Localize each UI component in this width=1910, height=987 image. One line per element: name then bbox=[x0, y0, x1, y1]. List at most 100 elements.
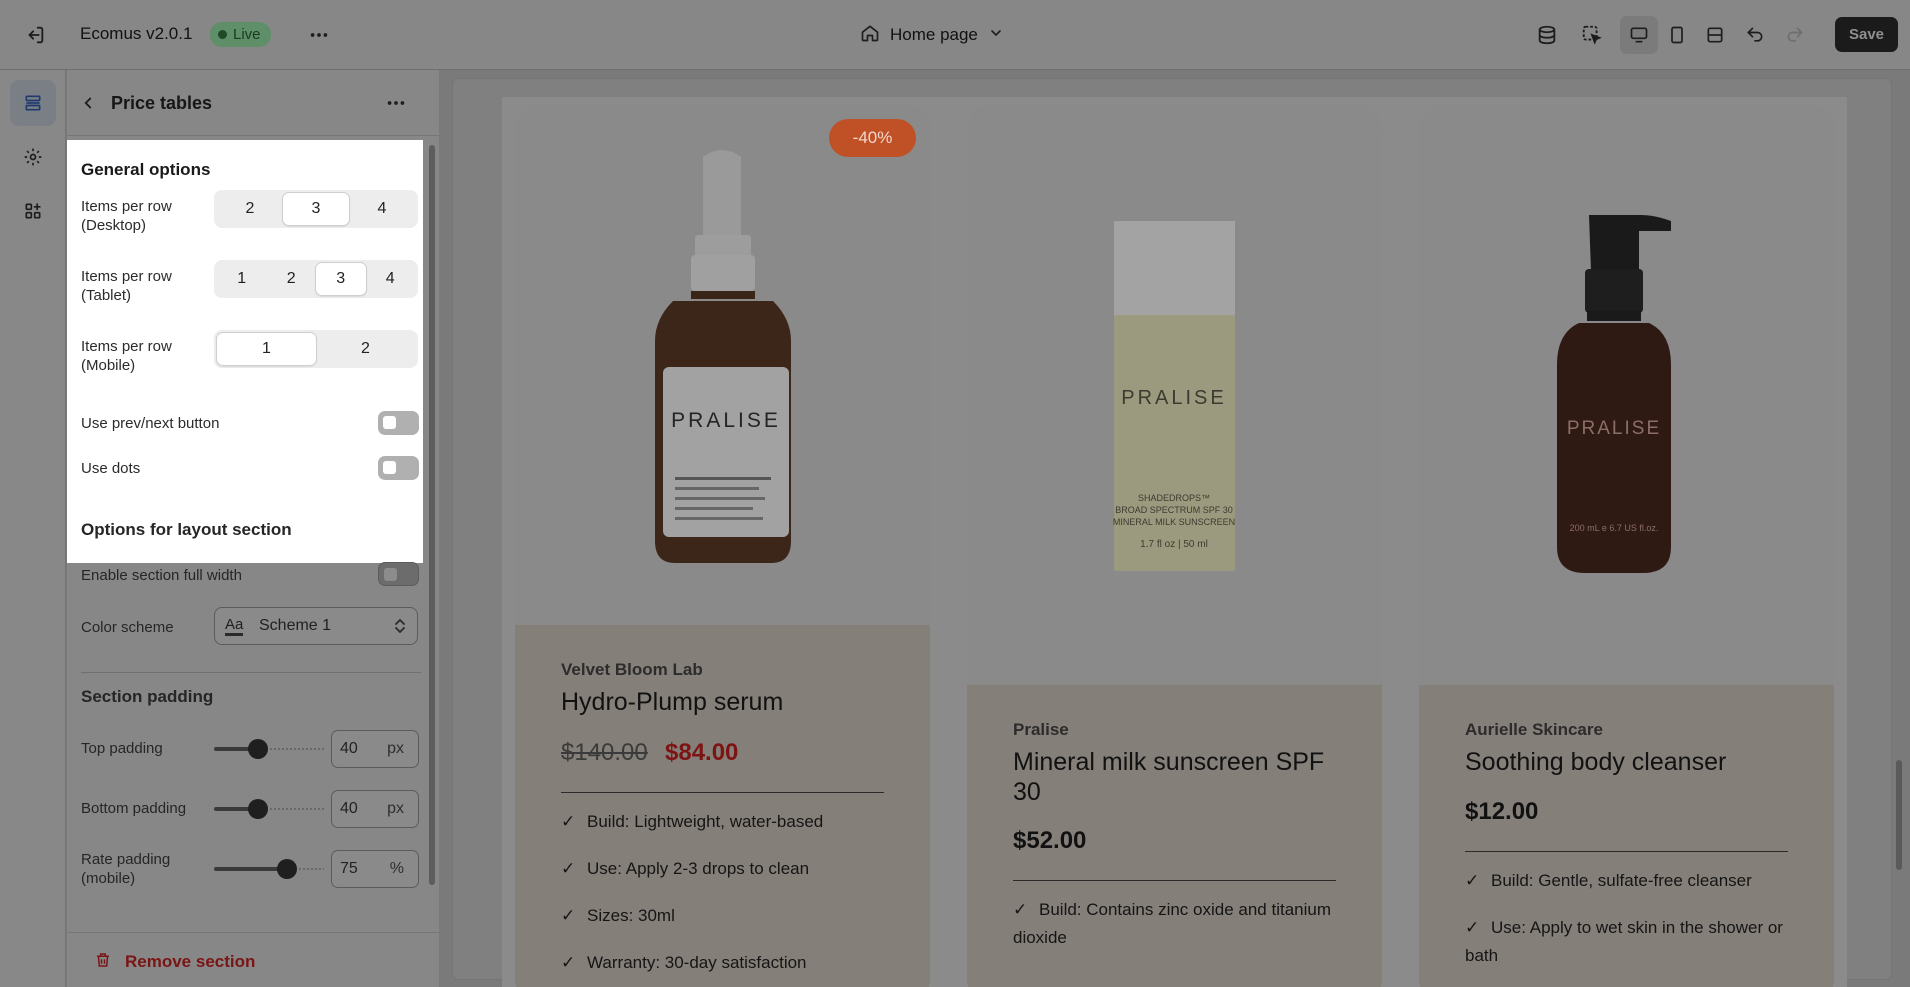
more-icon[interactable] bbox=[306, 22, 332, 48]
fullwidth-view-button[interactable] bbox=[1696, 16, 1734, 54]
exit-icon[interactable] bbox=[22, 22, 48, 48]
feature-text: Sizes: 30ml bbox=[587, 906, 675, 925]
bottom-padding-label: Bottom padding bbox=[81, 800, 187, 817]
check-icon: ✓ bbox=[1013, 900, 1028, 919]
rate-padding-input[interactable]: 75 % bbox=[331, 850, 419, 888]
panel-title: Price tables bbox=[111, 93, 213, 113]
top-bar: Ecomus v2.0.1 Live Home page Save bbox=[0, 0, 1910, 70]
sidebar-item-apps[interactable] bbox=[10, 188, 56, 234]
live-dot-icon bbox=[218, 30, 227, 39]
mobile-option-1[interactable]: 1 bbox=[217, 333, 316, 365]
tablet-option-3[interactable]: 3 bbox=[316, 263, 366, 295]
bottom-padding-value: 40 bbox=[340, 800, 358, 817]
cleanser-bottle-image: PRALISE 200 mL e 6.7 US fl.oz. bbox=[1557, 215, 1671, 573]
preview-scrollbar[interactable] bbox=[1896, 760, 1902, 870]
database-icon[interactable] bbox=[1534, 22, 1560, 48]
left-rail bbox=[0, 70, 66, 987]
product-name: Hydro-Plump serum bbox=[561, 688, 784, 716]
status-badge-label: Live bbox=[233, 26, 261, 43]
color-scheme-value: Scheme 1 bbox=[259, 617, 332, 634]
sidebar-item-sections[interactable] bbox=[10, 80, 56, 126]
desktop-option-3[interactable]: 3 bbox=[283, 193, 349, 225]
desktop-option-2[interactable]: 2 bbox=[217, 193, 283, 225]
chevron-down-icon bbox=[988, 25, 1004, 46]
bottle-label-text: PRALISE bbox=[1121, 387, 1226, 409]
product-brand: Velvet Bloom Lab bbox=[561, 660, 703, 679]
product-image-2: PRALISE SHADEDROPS™ BROAD SPECTRUM SPF 3… bbox=[967, 105, 1382, 685]
app-title: Ecomus v2.0.1 bbox=[80, 24, 193, 43]
panel-more-icon[interactable] bbox=[383, 90, 409, 116]
feature-item: ✓ Sizes: 30ml bbox=[561, 902, 891, 930]
device-toggle-group bbox=[1620, 16, 1734, 54]
product-price-sale: $84.00 bbox=[665, 739, 739, 766]
redo-icon[interactable] bbox=[1782, 22, 1808, 48]
bottle-size-text: 1.7 fl oz | 50 ml bbox=[1140, 539, 1208, 550]
tablet-option-4[interactable]: 4 bbox=[366, 263, 416, 295]
layout-options-heading: Options for layout section bbox=[81, 520, 292, 539]
prev-next-toggle[interactable] bbox=[378, 411, 419, 435]
remove-section-bar: Remove section bbox=[67, 932, 439, 987]
sections-icon bbox=[25, 95, 41, 111]
price-card-1[interactable]: PRALISE -40% Velvet Bloom Lab Hydro-Plum… bbox=[515, 105, 930, 987]
save-button[interactable]: Save bbox=[1835, 17, 1898, 52]
panel-scrollbar[interactable] bbox=[429, 145, 435, 885]
tablet-option-1[interactable]: 1 bbox=[217, 263, 267, 295]
check-icon: ✓ bbox=[561, 812, 576, 831]
bottle-label-text: PRALISE bbox=[671, 409, 781, 432]
product-image-1: PRALISE -40% bbox=[515, 105, 930, 625]
color-scheme-label: Color scheme bbox=[81, 619, 174, 636]
sunscreen-tube-image: PRALISE SHADEDROPS™ BROAD SPECTRUM SPF 3… bbox=[1113, 221, 1235, 571]
fullwidth-icon bbox=[1707, 27, 1723, 43]
tablet-option-2[interactable]: 2 bbox=[267, 263, 317, 295]
top-padding-slider-knob[interactable] bbox=[248, 739, 268, 759]
padding-heading: Section padding bbox=[81, 687, 214, 706]
feature-text: Warranty: 30-day satisfaction bbox=[587, 953, 807, 972]
check-icon: ✓ bbox=[1465, 871, 1480, 890]
card-body-1: Velvet Bloom Lab Hydro-Plump serum $140.… bbox=[515, 625, 930, 987]
bottle-size-text: 200 mL e 6.7 US fl.oz. bbox=[1570, 523, 1659, 533]
undo-icon[interactable] bbox=[1742, 22, 1768, 48]
desktop-view-button[interactable] bbox=[1620, 16, 1658, 54]
color-scheme-swatch-icon: Aa bbox=[225, 616, 244, 636]
top-padding-unit: px bbox=[387, 740, 404, 757]
top-padding-slider-track bbox=[262, 748, 324, 750]
feature-item: ✓ Use: Apply to wet skin in the shower or… bbox=[1465, 914, 1795, 970]
mobile-option-2[interactable]: 2 bbox=[316, 333, 415, 365]
rate-padding-label: Rate padding (mobile) bbox=[81, 851, 171, 887]
sidebar-item-settings[interactable] bbox=[10, 134, 56, 180]
feature-item: ✓ Build: Lightweight, water-based bbox=[561, 808, 891, 836]
remove-section-button[interactable]: Remove section bbox=[125, 952, 255, 972]
top-padding-input[interactable]: 40 px bbox=[331, 730, 419, 768]
product-price: $52.00 bbox=[1013, 827, 1087, 854]
bottom-padding-input[interactable]: 40 px bbox=[331, 790, 419, 828]
mobile-items-label: Items per row (Mobile) bbox=[81, 338, 172, 374]
tablet-icon bbox=[1671, 26, 1683, 44]
feature-text: Use: Apply to wet skin in the shower or … bbox=[1465, 918, 1783, 965]
feature-text: Build: Gentle, sulfate-free cleanser bbox=[1491, 871, 1752, 890]
tablet-view-button[interactable] bbox=[1658, 16, 1696, 54]
product-name: Soothing body cleanser bbox=[1465, 748, 1727, 776]
card-body-2: Pralise Mineral milk sunscreen SPF 30 $5… bbox=[967, 685, 1382, 987]
apps-icon bbox=[25, 203, 41, 219]
page-selector[interactable]: Home page bbox=[860, 20, 1004, 50]
color-scheme-select[interactable]: Aa Scheme 1 bbox=[214, 607, 418, 645]
bottle-small-text-1: SHADEDROPS™ bbox=[1138, 493, 1210, 503]
bottom-padding-unit: px bbox=[387, 800, 404, 817]
rate-padding-slider-knob[interactable] bbox=[277, 859, 297, 879]
select-arrows-icon bbox=[393, 617, 407, 640]
panel-header: Price tables bbox=[67, 70, 439, 136]
back-arrow-icon[interactable] bbox=[77, 92, 99, 114]
prev-next-label: Use prev/next button bbox=[81, 415, 220, 432]
bottom-padding-slider-knob[interactable] bbox=[248, 799, 268, 819]
select-cursor-icon[interactable] bbox=[1579, 22, 1605, 48]
feature-item: ✓ Use: Apply 2-3 drops to clean bbox=[561, 855, 891, 883]
full-width-toggle[interactable] bbox=[378, 562, 419, 586]
serum-bottle-image: PRALISE bbox=[655, 150, 791, 563]
check-icon: ✓ bbox=[561, 859, 576, 878]
dots-toggle[interactable] bbox=[378, 456, 419, 480]
desktop-option-4[interactable]: 4 bbox=[349, 193, 415, 225]
price-card-2[interactable]: PRALISE SHADEDROPS™ BROAD SPECTRUM SPF 3… bbox=[967, 105, 1382, 987]
price-card-3[interactable]: PRALISE 200 mL e 6.7 US fl.oz. Aurielle … bbox=[1419, 105, 1834, 987]
card-divider bbox=[561, 792, 884, 793]
bottom-padding-slider-track bbox=[262, 808, 324, 810]
